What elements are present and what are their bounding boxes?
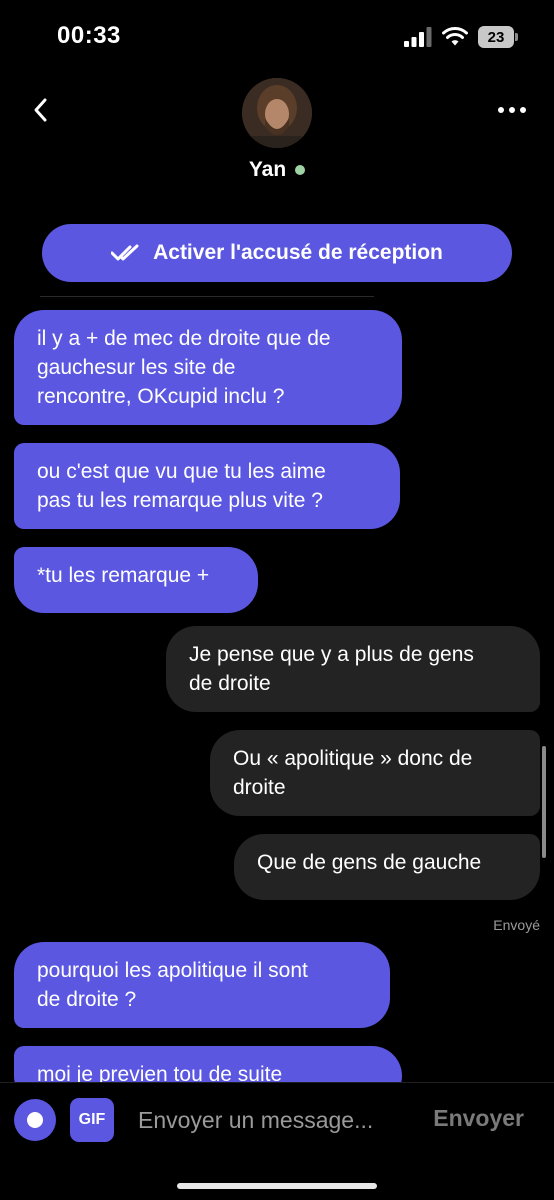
battery-icon: 23 bbox=[478, 26, 518, 48]
message-input[interactable] bbox=[128, 1099, 410, 1141]
gif-button[interactable]: GIF bbox=[70, 1098, 114, 1142]
more-options-button[interactable] bbox=[496, 96, 528, 124]
send-button[interactable]: Envoyer bbox=[433, 1105, 524, 1132]
message-sent[interactable]: Que de gens de gauche bbox=[234, 834, 540, 900]
scrollbar[interactable] bbox=[542, 746, 546, 858]
message-received[interactable]: ou c'est que vu que tu les aime pas tu l… bbox=[14, 443, 400, 529]
avatar[interactable] bbox=[242, 78, 312, 148]
media-button[interactable] bbox=[14, 1099, 56, 1141]
more-horizontal-icon bbox=[498, 107, 526, 113]
contact-name[interactable]: Yan bbox=[249, 158, 286, 182]
message-received[interactable]: il y a + de mec de droite que de gauches… bbox=[14, 310, 402, 425]
online-status-dot bbox=[295, 165, 306, 175]
divider bbox=[40, 296, 374, 297]
read-receipts-label: Activer l'accusé de réception bbox=[153, 241, 443, 264]
message-received[interactable]: *tu les remarque + bbox=[14, 547, 258, 613]
status-icons: 23 bbox=[404, 26, 518, 48]
wifi-icon bbox=[442, 27, 468, 46]
battery-level: 23 bbox=[487, 28, 505, 46]
status-time: 00:33 bbox=[57, 22, 121, 49]
sent-status: Envoyé bbox=[493, 917, 540, 933]
status-bar: 00:33 23 bbox=[0, 0, 554, 72]
chevron-left-icon bbox=[34, 98, 47, 122]
back-button[interactable] bbox=[22, 90, 58, 130]
dot-icon bbox=[27, 1112, 43, 1128]
message-received[interactable]: pourquoi les apolitique il sont de droit… bbox=[14, 942, 390, 1028]
double-check-icon bbox=[111, 244, 139, 261]
cellular-signal-icon bbox=[404, 27, 432, 47]
message-composer: GIF Envoyer bbox=[0, 1082, 554, 1200]
message-sent[interactable]: Ou « apolitique » donc de droite bbox=[210, 730, 540, 816]
contact-name-row: Yan bbox=[0, 158, 554, 182]
message-sent[interactable]: Je pense que y a plus de gens de droite bbox=[166, 626, 540, 712]
home-indicator bbox=[177, 1183, 377, 1189]
avatar-photo bbox=[242, 78, 312, 148]
enable-read-receipts-button[interactable]: Activer l'accusé de réception bbox=[42, 224, 512, 282]
